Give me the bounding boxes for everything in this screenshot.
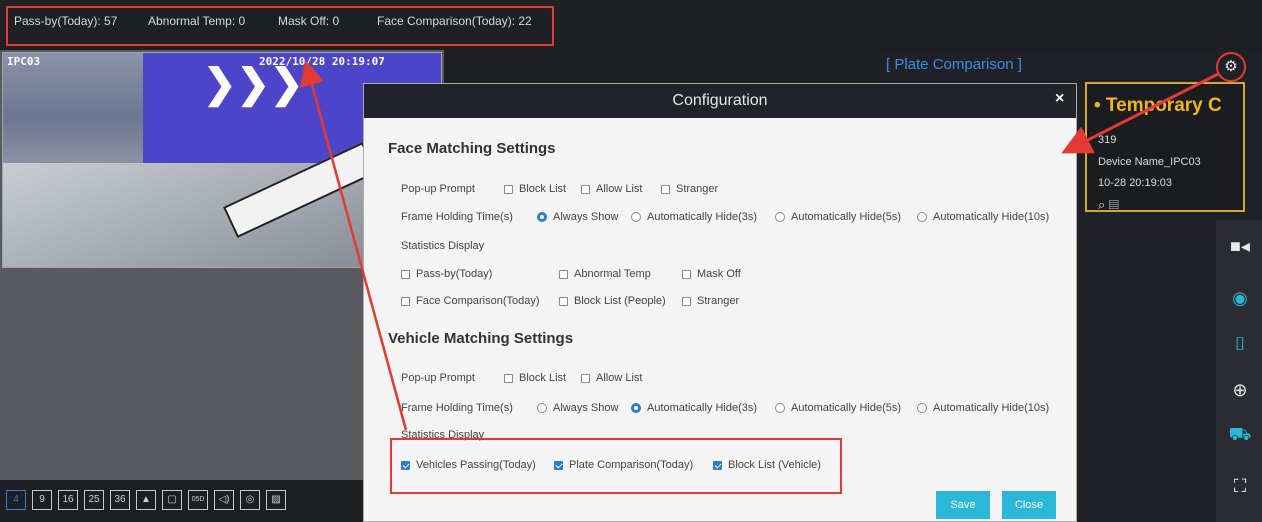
layout-25-button[interactable]: 25 [84, 490, 104, 510]
face-stat-mask-off[interactable]: Mask Off [682, 268, 741, 280]
video-icon[interactable]: ■◂ [1228, 236, 1252, 257]
face-popup-block-list[interactable]: Block List [504, 183, 566, 195]
face-hold-10s[interactable]: Automatically Hide(10s) [917, 211, 1049, 223]
layout-36-button[interactable]: 36 [110, 490, 130, 510]
expand-icon[interactable]: ⛶ [1228, 476, 1252, 497]
dialog-title: Configuration [672, 92, 768, 109]
stat-abnormal-temp: Abnormal Temp: 0 [148, 14, 246, 28]
save-button[interactable]: Save [936, 491, 990, 519]
vehicle-hold-label: Frame Holding Time(s) [401, 402, 513, 414]
stat-face-comparison: Face Comparison(Today): 22 [377, 14, 532, 28]
vehicle-hold-5s[interactable]: Automatically Hide(5s) [775, 402, 901, 414]
target-icon[interactable]: ⊕ [1228, 380, 1252, 401]
card-plate: 319 [1098, 134, 1117, 146]
face-stat-pass-by[interactable]: Pass-by(Today) [401, 268, 492, 280]
face-capture-icon[interactable]: ⌷ [1228, 334, 1252, 355]
layout-4-button[interactable]: 4 [6, 490, 26, 510]
upload-icon[interactable]: ▲ [136, 490, 156, 510]
card-title: • Temporary C [1094, 95, 1222, 116]
card-device: Device Name_IPC03 [1098, 156, 1201, 168]
face-stat-face-comparison[interactable]: Face Comparison(Today) [401, 295, 540, 307]
layout-9-button[interactable]: 9 [32, 490, 52, 510]
face-popup-label: Pop-up Prompt [401, 183, 475, 195]
vehicle-icon[interactable]: ⛟ [1228, 424, 1252, 448]
face-stat-abnormal-temp[interactable]: Abnormal Temp [559, 268, 651, 280]
vehicle-hold-always-show[interactable]: Always Show [537, 402, 618, 414]
face-hold-label: Frame Holding Time(s) [401, 211, 513, 223]
close-button[interactable]: Close [1002, 491, 1056, 519]
camera-timestamp: 2022/10/28 20:19:07 [259, 55, 385, 68]
vehicle-settings-heading: Vehicle Matching Settings [388, 330, 574, 347]
face-hold-5s[interactable]: Automatically Hide(5s) [775, 211, 901, 223]
stat-mask-off: Mask Off: 0 [278, 14, 340, 28]
card-time: 10-28 20:19:03 [1098, 177, 1173, 189]
close-icon[interactable]: × [1055, 90, 1064, 108]
vehicle-hold-10s[interactable]: Automatically Hide(10s) [917, 402, 1049, 414]
gear-icon[interactable]: ⚙ [1216, 52, 1246, 82]
vehicle-stat-block-list-vehicle[interactable]: Block List (Vehicle) [713, 459, 821, 471]
face-stat-block-list-people[interactable]: Block List (People) [559, 295, 666, 307]
face-hold-always-show[interactable]: Always Show [537, 211, 618, 223]
layout-16-button[interactable]: 16 [58, 490, 78, 510]
vehicle-stat-vehicles-passing[interactable]: Vehicles Passing(Today) [401, 459, 536, 471]
face-icon[interactable]: ◉ [1228, 288, 1252, 309]
face-hold-3s[interactable]: Automatically Hide(3s) [631, 211, 757, 223]
stat-pass-by: Pass-by(Today): 57 [14, 14, 118, 28]
vehicle-popup-allow-list[interactable]: Allow List [581, 372, 642, 384]
face-popup-stranger[interactable]: Stranger [661, 183, 718, 195]
fullscreen-icon[interactable]: ▢ [162, 490, 182, 510]
face-stats-label: Statistics Display [401, 240, 485, 252]
vehicle-popup-block-list[interactable]: Block List [504, 372, 566, 384]
pattern-icon[interactable]: ▨ [266, 490, 286, 510]
face-stat-stranger[interactable]: Stranger [682, 295, 739, 307]
alarm-icon[interactable]: ◎ [240, 490, 260, 510]
camera-name: IPC03 [7, 55, 41, 68]
face-popup-allow-list[interactable]: Allow List [581, 183, 642, 195]
plate-comparison-title[interactable]: [ Plate Comparison ] [886, 56, 1022, 73]
card-actions-icon[interactable]: ⌕ ▤ [1098, 197, 1119, 213]
vehicle-stat-plate-comparison[interactable]: Plate Comparison(Today) [554, 459, 693, 471]
osd-icon[interactable]: 05D [188, 490, 208, 510]
audio-icon[interactable]: ◁) [214, 490, 234, 510]
face-settings-heading: Face Matching Settings [388, 140, 556, 157]
vehicle-popup-label: Pop-up Prompt [401, 372, 475, 384]
vehicle-hold-3s[interactable]: Automatically Hide(3s) [631, 402, 757, 414]
